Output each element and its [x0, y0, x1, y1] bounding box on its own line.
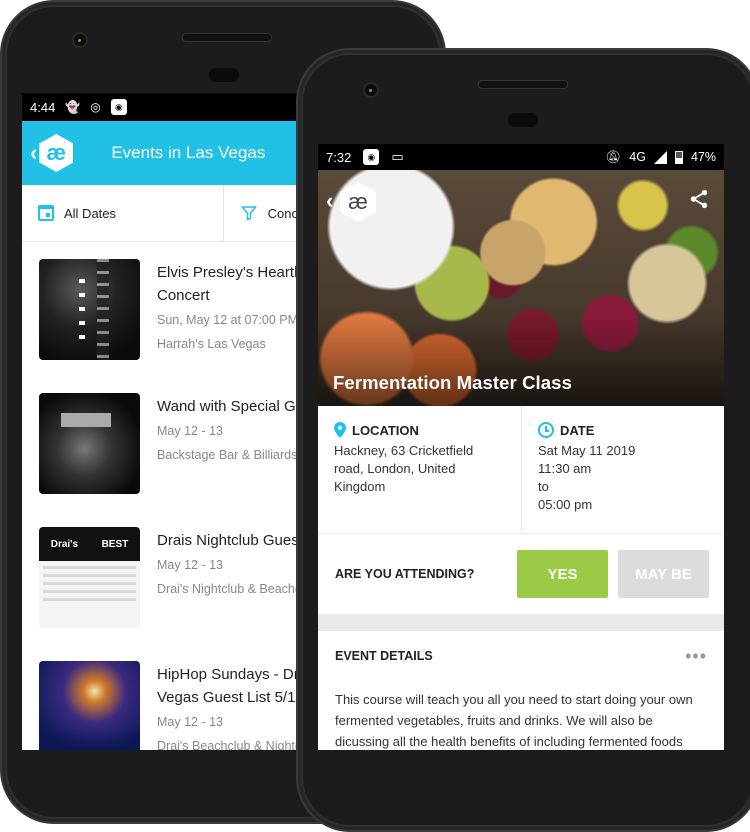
event-venue: Drai's Beachclub & Nighto: [157, 739, 298, 750]
event-venue: Harrah's Las Vegas: [157, 337, 266, 351]
events-list-screen: 4:44 👻 ◎ ◉ ‹ æ Events in Las Vegas All D…: [22, 93, 298, 750]
event-detail-screen: 7:32 ◉ ▭ 🔕︎ 4G 47% ‹ æ Fermentation Mast…: [318, 144, 724, 750]
thumb-badge-text: BEST: [101, 538, 129, 550]
proximity-sensor: [508, 113, 538, 127]
category-filter-label: Conc: [267, 205, 298, 221]
event-thumbnail: [39, 393, 140, 494]
instagram-icon: ◎: [90, 100, 101, 114]
event-venue: Drai's Nightclub & Beachc: [157, 582, 298, 596]
event-thumbnail: Drai's BEST: [39, 527, 140, 628]
app-icon: ◉: [363, 149, 380, 165]
front-camera: [72, 32, 88, 48]
event-list-item[interactable]: Drai's BEST Drais Nightclub Gues May 12 -…: [22, 527, 298, 661]
earpiece-speaker: [182, 33, 272, 42]
front-camera: [363, 82, 379, 98]
app-logo[interactable]: æ: [340, 182, 376, 222]
app-bar: ‹ æ Events in Las Vegas: [22, 121, 298, 185]
filter-funnel-icon: [241, 206, 257, 221]
logo-glyph: æ: [46, 140, 67, 165]
proximity-sensor: [209, 68, 239, 82]
location-label: LOCATION: [352, 422, 419, 438]
attendance-question: ARE YOU ATTENDING?: [335, 567, 475, 581]
event-list-item[interactable]: Wand with Special Gu May 12 - 13 Backsta…: [22, 393, 298, 527]
event-date: May 12 - 13: [157, 558, 224, 572]
snapchat-icon: 👻: [65, 100, 81, 114]
category-filter[interactable]: Conc: [224, 185, 298, 241]
event-details-title: EVENT DETAILS: [335, 649, 433, 663]
all-dates-filter[interactable]: All Dates: [22, 185, 224, 241]
event-thumbnail: [39, 259, 140, 360]
earpiece-speaker: [478, 80, 568, 89]
event-title: Wand with Special Gu: [157, 398, 298, 415]
event-day: Sat May 11 2019: [538, 443, 636, 458]
app-icon: ◉: [110, 99, 127, 115]
event-list-item[interactable]: HipHop Sundays - Dr Vegas Guest List 5/1 …: [22, 661, 298, 750]
event-date: Sun, May 12 at 07:00 PM: [157, 313, 298, 327]
event-hero-image: ‹ æ Fermentation Master Class: [318, 170, 724, 406]
event-description: This course will teach you all you need …: [335, 692, 693, 749]
all-dates-label: All Dates: [64, 205, 117, 221]
event-end-time: 05:00 pm: [538, 497, 593, 512]
page-title: Events in Las Vegas: [111, 143, 266, 162]
yes-button[interactable]: YES: [517, 550, 608, 598]
event-date: May 12 - 13: [157, 424, 224, 438]
location-address[interactable]: Hackney, 63 Cricketfield road, London, U…: [334, 442, 504, 496]
thumb-logo-text: Drai's: [50, 538, 79, 550]
date-section: DATE Sat May 11 2019 11:30 am to 05:00 p…: [522, 406, 635, 533]
event-venue: Backstage Bar & Billiards: [157, 448, 298, 462]
event-thumbnail: [39, 661, 140, 750]
time-separator: to: [538, 479, 549, 494]
event-start-time: 11:30 am: [538, 461, 592, 476]
event-date: May 12 - 13: [157, 715, 224, 729]
event-title: Drais Nightclub Gues: [157, 532, 298, 549]
section-divider: [318, 614, 724, 631]
laptop-icon: ▭: [391, 149, 404, 164]
event-info-row: LOCATION Hackney, 63 Cricketfield road, …: [318, 406, 724, 534]
status-time: 4:44: [30, 99, 56, 115]
filter-bar: All Dates Conc: [22, 185, 298, 242]
back-chevron-icon[interactable]: ‹: [30, 140, 37, 166]
status-time: 7:32: [326, 149, 352, 165]
location-section: LOCATION Hackney, 63 Cricketfield road, …: [318, 406, 522, 533]
event-title: Fermentation Master Class: [333, 372, 572, 393]
battery-percent: 47%: [690, 150, 716, 164]
network-type: 4G: [629, 150, 646, 164]
date-label: DATE: [560, 422, 595, 438]
back-chevron-icon[interactable]: ‹: [326, 188, 333, 214]
more-options-icon[interactable]: •••: [685, 646, 707, 667]
event-list: Elvis Presley's Heartb Concert Sun, May 1…: [22, 242, 298, 750]
share-icon[interactable]: [688, 188, 710, 210]
event-title: Elvis Presley's Heartb Concert: [157, 264, 298, 304]
calendar-icon: [38, 205, 54, 221]
event-details-header: EVENT DETAILS •••: [318, 631, 724, 681]
logo-glyph: æ: [348, 189, 368, 214]
mute-bell-icon: 🔕︎: [605, 149, 622, 164]
event-list-item[interactable]: Elvis Presley's Heartb Concert Sun, May 1…: [22, 259, 298, 393]
status-bar: 7:32 ◉ ▭ 🔕︎ 4G 47%: [318, 144, 724, 170]
attendance-row: ARE YOU ATTENDING? YES MAY BE: [318, 534, 724, 614]
event-title: HipHop Sundays - Dr Vegas Guest List 5/1: [157, 666, 298, 706]
battery-icon: [674, 150, 683, 164]
signal-icon: [653, 150, 667, 164]
location-pin-icon: [334, 422, 346, 438]
maybe-button[interactable]: MAY BE: [618, 550, 709, 598]
clock-icon: [538, 422, 554, 438]
app-logo[interactable]: æ: [39, 134, 74, 172]
status-bar: 4:44 👻 ◎ ◉: [22, 93, 298, 121]
